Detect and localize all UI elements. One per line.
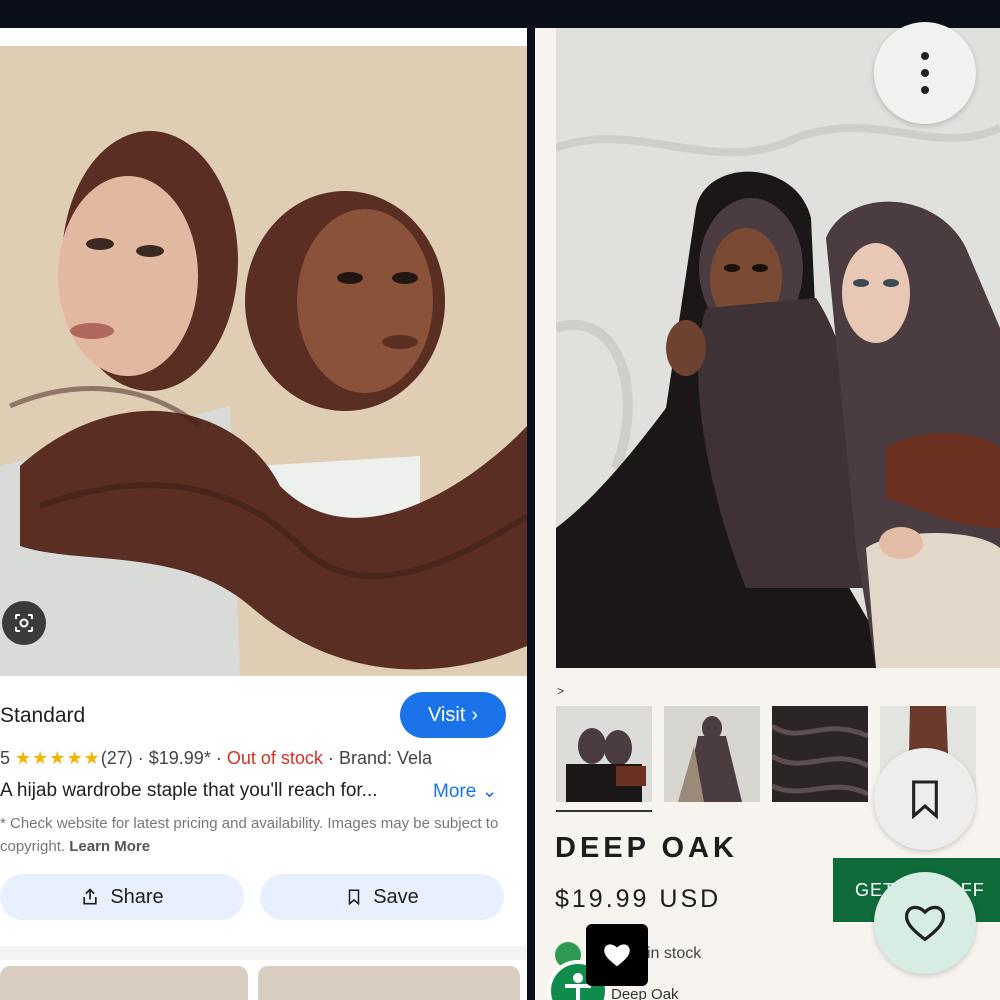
product-title: Standard	[0, 704, 86, 727]
hijab-models-photo	[556, 28, 1000, 668]
review-count: (27)	[100, 748, 133, 768]
heart-filled-icon[interactable]	[586, 924, 648, 986]
visit-button[interactable]: Visit ›	[400, 692, 506, 738]
status-bar	[0, 0, 1000, 28]
product-description: A hijab wardrobe staple that you'll reac…	[0, 780, 378, 801]
more-link[interactable]: More ⌄	[433, 780, 498, 803]
bookmark-outline-icon	[348, 889, 360, 906]
top-strip	[0, 28, 527, 46]
separator: ·	[215, 748, 222, 768]
more-results-row	[0, 946, 527, 1000]
chevron-down-icon: ⌄	[481, 781, 498, 802]
rating-value: 5	[0, 748, 11, 768]
more-options-button[interactable]	[874, 22, 976, 124]
thumbnail-1[interactable]	[556, 706, 652, 802]
thumbnail-3[interactable]	[772, 706, 868, 802]
product-image[interactable]	[0, 46, 527, 676]
result-thumbnail[interactable]	[258, 966, 520, 1000]
share-button[interactable]: Share	[0, 874, 244, 920]
brand: Brand: Vela	[338, 748, 433, 768]
star-rating-icon: ★★★★★	[15, 748, 101, 768]
product-hero-image[interactable]	[556, 28, 1000, 668]
variant-label: Deep Oak	[611, 986, 679, 1000]
product-info: Standard Visit › 5 ★★★★★(27) · $19.99* ·…	[0, 676, 527, 946]
disclaimer: * Check website for latest pricing and a…	[0, 812, 510, 858]
more-vert-icon	[921, 52, 929, 94]
result-thumbnail[interactable]	[0, 966, 248, 1000]
hijab-models-photo	[0, 46, 527, 676]
save-label: Save	[373, 885, 419, 908]
share-label: Share	[110, 885, 164, 908]
stock-status: in stock	[647, 945, 702, 962]
learn-more-link[interactable]: Learn More	[69, 838, 150, 855]
bookmark-icon	[912, 780, 938, 819]
favorite-button[interactable]	[874, 872, 976, 974]
breadcrumb-chevron: >	[557, 684, 565, 698]
thumbnail-selected-indicator	[556, 810, 652, 812]
product-page-panel: > DEEP OAK $19.99 USD GET 10% OFF in sto…	[535, 28, 1000, 1000]
product-price: $19.99 USD	[555, 885, 722, 913]
price: $19.99*	[148, 748, 211, 768]
more-label: More	[433, 781, 477, 802]
heart-outline-icon	[904, 905, 946, 942]
stock-status: Out of stock	[226, 748, 323, 768]
product-name: DEEP OAK	[555, 832, 738, 864]
separator: ·	[137, 748, 144, 768]
rating-row: 5 ★★★★★(27) · $19.99* · Out of stock · B…	[0, 748, 432, 769]
thumbnail-2[interactable]	[664, 706, 760, 802]
save-button[interactable]: Save	[260, 874, 504, 920]
google-lens-icon[interactable]	[2, 601, 46, 645]
chevron-right-icon: ›	[471, 703, 479, 726]
separator: ·	[327, 748, 334, 768]
split-divider	[527, 28, 535, 1000]
search-result-panel: Standard Visit › 5 ★★★★★(27) · $19.99* ·…	[0, 28, 527, 1000]
share-icon	[83, 888, 97, 905]
bookmark-button[interactable]	[874, 748, 976, 850]
visit-label: Visit	[427, 703, 466, 726]
